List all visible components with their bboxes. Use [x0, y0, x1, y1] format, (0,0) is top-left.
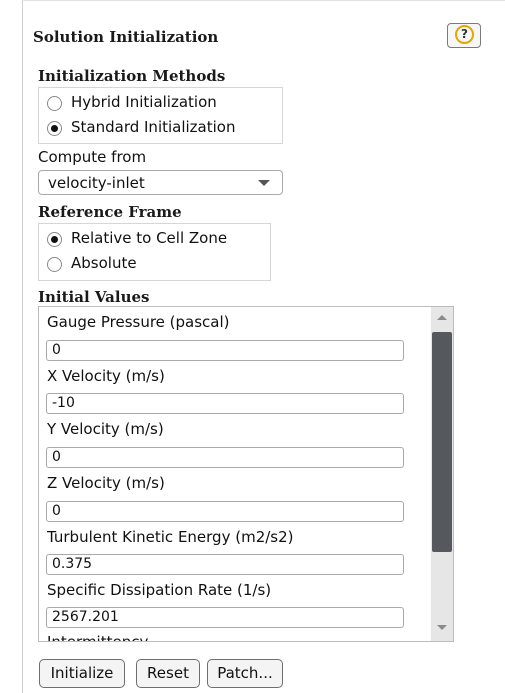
specific-dissipation-rate-label: Specific Dissipation Rate (1/s) [47, 581, 272, 599]
radio-button[interactable] [47, 96, 62, 111]
scroll-up-arrow-icon[interactable] [431, 307, 453, 330]
y-velocity-label: Y Velocity (m/s) [47, 420, 164, 438]
init-methods-heading: Initialization Methods [38, 67, 226, 85]
scrollbar-thumb[interactable] [432, 332, 452, 552]
panel-border [22, 0, 23, 693]
initial-values-scroll-area: Gauge Pressure (pascal) 0 X Velocity (m/… [38, 306, 454, 642]
radio-button[interactable] [47, 257, 62, 272]
radio-button-selected[interactable] [47, 121, 62, 136]
scroll-down-arrow-icon[interactable] [431, 617, 453, 641]
radio-label: Absolute [71, 254, 137, 272]
radio-label: Standard Initialization [71, 118, 236, 136]
z-velocity-input[interactable]: 0 [46, 501, 404, 522]
z-velocity-label: Z Velocity (m/s) [47, 474, 165, 492]
vertical-scrollbar[interactable] [431, 307, 453, 641]
reset-button[interactable]: Reset [136, 659, 200, 688]
patch-button[interactable]: Patch... [207, 659, 283, 688]
initialize-button[interactable]: Initialize [39, 659, 125, 688]
reference-frame-heading: Reference Frame [38, 203, 182, 221]
gauge-pressure-label: Gauge Pressure (pascal) [47, 313, 230, 331]
reference-frame-group: Relative to Cell Zone Absolute [38, 223, 271, 281]
radio-label: Relative to Cell Zone [71, 229, 228, 247]
radio-label: Hybrid Initialization [71, 93, 217, 111]
specific-dissipation-rate-input[interactable]: 2567.201 [46, 607, 404, 628]
turbulent-kinetic-energy-label: Turbulent Kinetic Energy (m2/s2) [47, 528, 294, 546]
panel-title: Solution Initialization [33, 28, 219, 46]
initial-values-heading: Initial Values [38, 288, 150, 306]
x-velocity-input[interactable]: -10 [46, 393, 404, 414]
help-icon: ? [455, 25, 474, 44]
compute-from-value: velocity-inlet [48, 174, 145, 192]
radio-button-selected[interactable] [47, 232, 62, 247]
help-button[interactable]: ? [447, 23, 481, 48]
compute-from-label: Compute from [38, 148, 147, 166]
chevron-down-icon [258, 180, 270, 186]
x-velocity-label: X Velocity (m/s) [47, 367, 165, 385]
turbulent-kinetic-energy-input[interactable]: 0.375 [46, 554, 404, 575]
panel-top-border [22, 0, 505, 1]
intermittency-label: Intermittency [47, 633, 149, 642]
compute-from-dropdown[interactable]: velocity-inlet [38, 170, 283, 195]
init-methods-group: Hybrid Initialization Standard Initializ… [38, 87, 283, 144]
y-velocity-input[interactable]: 0 [46, 447, 404, 468]
gauge-pressure-input[interactable]: 0 [46, 340, 404, 361]
